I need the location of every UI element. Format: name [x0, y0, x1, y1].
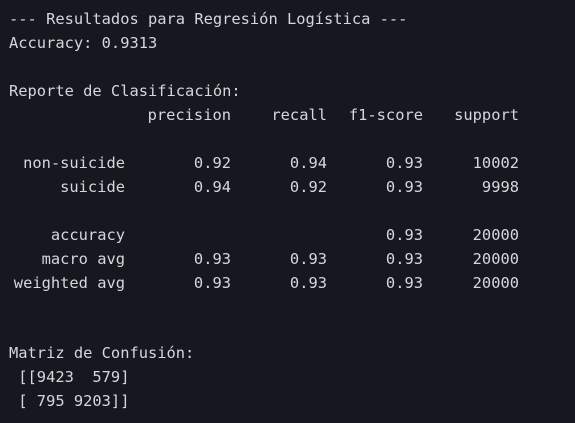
f1-score-value: 0.93 [385, 250, 423, 268]
confusion-matrix-row: [[9423 579] [9, 368, 130, 386]
support-value: 20000 [472, 274, 519, 292]
column-header-recall: recall [271, 106, 327, 124]
column-header-support: support [454, 106, 519, 124]
row-label: suicide [60, 178, 125, 196]
recall-value: 0.92 [289, 178, 327, 196]
confusion-matrix-row: [ 795 9203]] [9, 392, 130, 410]
summary-row: weighted avg 0.93 0.93 0.93 20000 [9, 271, 569, 295]
row-label: macro avg [41, 250, 125, 268]
recall-value: 0.93 [289, 274, 327, 292]
confusion-matrix-title: Matriz de Confusión: [9, 344, 195, 362]
precision-value: 0.93 [193, 274, 231, 292]
support-value: 10002 [472, 154, 519, 172]
precision-value: 0.93 [193, 250, 231, 268]
report-row: suicide 0.94 0.92 0.93 9998 [9, 175, 569, 199]
recall-value: 0.94 [289, 154, 327, 172]
f1-score-value: 0.93 [385, 178, 423, 196]
support-value: 20000 [472, 226, 519, 244]
output-console: --- Resultados para Regresión Logística … [9, 7, 569, 417]
f1-score-value: 0.93 [385, 154, 423, 172]
row-label: non-suicide [23, 154, 125, 172]
f1-score-value: 0.93 [385, 226, 423, 244]
report-title: Reporte de Clasificación: [9, 82, 241, 100]
summary-row: accuracy 0.93 20000 [9, 223, 569, 247]
report-row: non-suicide 0.92 0.94 0.93 10002 [9, 151, 569, 175]
recall-value: 0.93 [289, 250, 327, 268]
precision-value: 0.94 [193, 178, 231, 196]
support-value: 20000 [472, 250, 519, 268]
precision-value: 0.92 [193, 154, 231, 172]
report-header-row: precision recall f1-score support [9, 103, 569, 127]
column-header-f1-score: f1-score [348, 106, 423, 124]
column-header-precision: precision [147, 106, 231, 124]
support-value: 9998 [481, 178, 519, 196]
row-label: weighted avg [13, 274, 125, 292]
accuracy-line: Accuracy: 0.9313 [9, 34, 158, 52]
results-header: --- Resultados para Regresión Logística … [9, 10, 408, 28]
summary-row: macro avg 0.93 0.93 0.93 20000 [9, 247, 569, 271]
row-label: accuracy [50, 226, 125, 244]
f1-score-value: 0.93 [385, 274, 423, 292]
